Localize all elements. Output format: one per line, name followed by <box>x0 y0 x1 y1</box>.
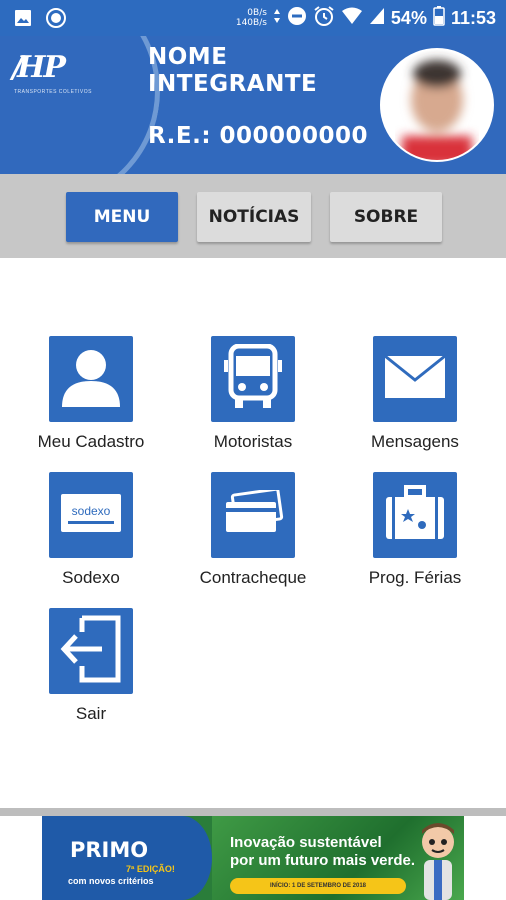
member-name: NOME INTEGRANTE <box>148 44 318 97</box>
do-not-disturb-icon <box>287 6 307 31</box>
tab-bar: MENU NOTÍCIAS SOBRE <box>0 174 506 258</box>
ad-banner[interactable]: PRIMO 7ª EDIÇÃO! com novos critérios Ino… <box>42 816 464 900</box>
menu-item-motoristas[interactable]: Motoristas <box>178 336 328 452</box>
tab-noticias[interactable]: NOTÍCIAS <box>197 192 311 242</box>
divider <box>0 808 506 816</box>
app-notification-icon <box>46 8 66 33</box>
mascot-icon <box>414 820 462 900</box>
sodexo-tile[interactable]: sodexo <box>49 472 133 558</box>
menu-item-mensagens[interactable]: Mensagens <box>340 336 490 452</box>
bus-icon <box>223 343 283 415</box>
ad-brand: PRIMO <box>70 838 149 862</box>
ad-criteria: com novos critérios <box>68 876 154 886</box>
menu-label: Meu Cadastro <box>37 432 145 451</box>
menu-item-sair[interactable]: Sair <box>16 608 166 724</box>
company-logo: /HP <box>12 50 66 85</box>
menu-item-sodexo[interactable]: sodexo Sodexo <box>16 472 166 588</box>
logo-subtitle: TRANSPORTES COLETIVOS <box>14 89 92 95</box>
menu-label: Mensagens <box>371 432 459 451</box>
alarm-icon <box>313 5 335 32</box>
ad-start-date: INÍCIO: 1 DE SETEMBRO DE 2018 <box>230 878 406 894</box>
mensagens-tile[interactable] <box>373 336 457 422</box>
image-notification-icon <box>14 9 32 32</box>
avatar <box>380 48 494 162</box>
contracheque-tile[interactable] <box>211 472 295 558</box>
motoristas-tile[interactable] <box>211 336 295 422</box>
tab-menu[interactable]: MENU <box>66 192 178 242</box>
suitcase-icon <box>384 484 446 546</box>
envelope-icon <box>383 354 447 405</box>
menu-label: Sodexo <box>62 568 120 587</box>
cards-icon <box>222 487 284 541</box>
battery-percent: 54% <box>390 7 427 28</box>
status-bar: 0B/s 140B/s 54% 11:53 <box>0 0 506 36</box>
sodexo-card-text: sodexo <box>72 504 111 518</box>
menu-item-prog-ferias[interactable]: Prog. Férias <box>340 472 490 588</box>
exit-icon <box>58 614 124 689</box>
user-icon <box>58 345 124 414</box>
clock: 11:53 <box>450 7 496 28</box>
network-speed: 0B/s 140B/s <box>235 8 267 28</box>
menu-label: Contracheque <box>199 568 307 587</box>
signal-icon <box>369 7 385 30</box>
sodexo-card-icon: sodexo <box>60 493 122 538</box>
menu-label: Sair <box>75 704 107 723</box>
meu-cadastro-tile[interactable] <box>49 336 133 422</box>
wifi-icon <box>341 7 363 30</box>
ad-edition: 7ª EDIÇÃO! <box>126 864 175 874</box>
data-arrows-icon <box>273 8 281 29</box>
prog-ferias-tile[interactable] <box>373 472 457 558</box>
menu-label: Motoristas <box>213 432 293 451</box>
profile-header: /HP TRANSPORTES COLETIVOS NOME INTEGRANT… <box>0 36 506 174</box>
tab-sobre[interactable]: SOBRE <box>330 192 442 242</box>
menu-item-meu-cadastro[interactable]: Meu Cadastro <box>16 336 166 452</box>
battery-icon <box>433 5 445 31</box>
member-re: R.E.: 000000000 <box>148 123 369 149</box>
ad-headline: Inovação sustentável por um futuro mais … <box>230 834 416 869</box>
menu-label: Prog. Férias <box>368 568 462 587</box>
sair-tile[interactable] <box>49 608 133 694</box>
menu-item-contracheque[interactable]: Contracheque <box>178 472 328 588</box>
